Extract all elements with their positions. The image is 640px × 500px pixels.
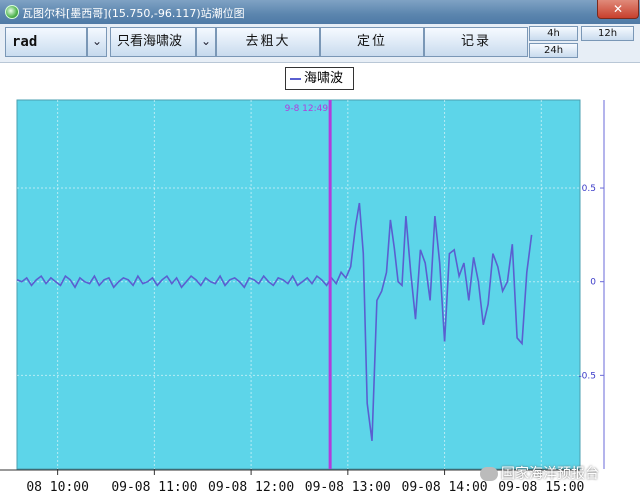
filter-dropdown-icon[interactable]: ⌄	[196, 27, 216, 57]
close-button[interactable]: ✕	[597, 0, 639, 19]
unit-select[interactable]: rad	[5, 27, 87, 57]
toolbar: rad ⌄ 只看海啸波 ⌄ 去粗大 定位 记录 4h 12h 24h	[0, 24, 640, 63]
range-4h-button[interactable]: 4h	[529, 26, 578, 41]
x-tick-label: 09-08 14:00	[402, 480, 488, 495]
legend-label: 海啸波	[304, 71, 344, 86]
window-titlebar: 瓦图尔科[墨西哥](15.750,-96.117)站潮位图 ✕	[0, 0, 640, 24]
filter-select[interactable]: 只看海啸波	[110, 27, 196, 57]
y-tick-label: 0.5	[582, 184, 596, 194]
event-marker-label: 9-8 12:49	[285, 104, 329, 114]
x-tick-label: 09-08 13:00	[305, 480, 391, 495]
locate-button[interactable]: 定位	[320, 27, 424, 57]
unit-dropdown-icon[interactable]: ⌄	[87, 27, 107, 57]
chart-legend: 海啸波	[285, 67, 354, 90]
tide-chart: 0.5 0 -0.5 08 10:00 09-08 11:00 09-08 12:00 09…	[0, 99, 605, 495]
remove-coarse-button[interactable]: 去粗大	[216, 27, 320, 57]
range-24h-button[interactable]: 24h	[529, 43, 578, 58]
legend-swatch	[290, 78, 301, 80]
x-tick-label: 09-08 12:00	[208, 480, 294, 495]
wechat-icon	[480, 467, 498, 481]
watermark-text: 国家海洋预报台	[501, 466, 599, 482]
x-tick-label: 09-08 11:00	[111, 480, 197, 495]
y-tick-label: -0.5	[578, 371, 596, 381]
y-tick-label: 0	[590, 278, 596, 288]
record-button[interactable]: 记录	[424, 27, 528, 57]
watermark: 国家海洋预报台	[480, 463, 599, 483]
window-title: 瓦图尔科[墨西哥](15.750,-96.117)站潮位图	[22, 7, 245, 20]
app-icon	[5, 5, 19, 19]
x-tick-label: 08 10:00	[26, 480, 89, 495]
range-12h-button[interactable]: 12h	[581, 26, 634, 41]
